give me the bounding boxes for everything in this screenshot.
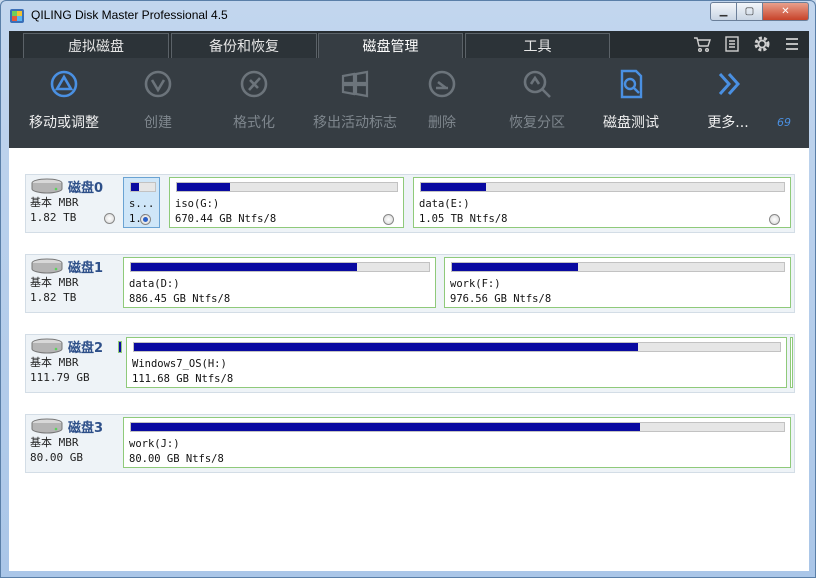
hard-disk-icon [31, 338, 63, 354]
title-bar[interactable]: QILING Disk Master Professional 4.5 ▁ ▢ … [1, 1, 815, 31]
disk-type: 基本 MBR [30, 196, 79, 209]
partition-1-0[interactable]: data(D:) 886.45 GB Ntfs/8 [123, 257, 436, 308]
disk-row-2[interactable]: 磁盘2 基本 MBR 111.79 GB Windows7_OS(H:) 111… [25, 334, 795, 393]
partition-radio[interactable] [769, 214, 780, 225]
toolbar-delete[interactable]: 删除 [395, 68, 489, 132]
partition-info: 670.44 GB Ntfs/8 [175, 213, 277, 225]
disk-row-0[interactable]: 磁盘0 基本 MBR 1.82 TB s... 1.0 iso(G:) 670.… [25, 174, 795, 233]
toolbar-label: 创建 [144, 115, 172, 131]
toolbar-label: 删除 [428, 115, 456, 131]
partition-info: 976.56 GB Ntfs/8 [450, 293, 552, 305]
partition-0-1[interactable]: iso(G:) 670.44 GB Ntfs/8 [169, 177, 404, 228]
partition-radio[interactable] [140, 214, 151, 225]
disk-type: 基本 MBR [30, 356, 79, 369]
toolbar-corner-mark: 69 [777, 116, 791, 129]
gear-icon[interactable] [753, 35, 771, 53]
disk-row-1[interactable]: 磁盘1 基本 MBR 1.82 TB data(D:) 886.45 GB Nt… [25, 254, 795, 313]
partition-name: iso(G:) [175, 198, 220, 210]
partition-info: 886.45 GB Ntfs/8 [129, 293, 231, 305]
disk-type: 基本 MBR [30, 436, 79, 449]
maximize-icon: ▢ [744, 6, 755, 17]
disk-name: 磁盘0 [68, 180, 104, 196]
partition-info: 80.00 GB Ntfs/8 [129, 453, 224, 465]
disk-map: 磁盘0 基本 MBR 1.82 TB s... 1.0 iso(G:) 670.… [9, 148, 809, 571]
partition-1-1[interactable]: work(F:) 976.56 GB Ntfs/8 [444, 257, 791, 308]
maximize-button[interactable]: ▢ [737, 2, 763, 21]
main-tabs: 虚拟磁盘 备份和恢复 磁盘管理 工具 [9, 31, 809, 58]
operation-toolbar: 移动或调整 创建 格式化 移出活动标志 删除 恢复分区 磁盘测试 更多... 6… [9, 58, 809, 148]
menu-icon[interactable] [783, 35, 801, 53]
usage-bar [131, 263, 358, 271]
toolbar-label: 磁盘测试 [603, 115, 659, 131]
notes-icon[interactable] [723, 35, 741, 53]
tab-disk-management[interactable]: 磁盘管理 [318, 33, 463, 58]
partition-name: work(J:) [129, 438, 180, 450]
unallocated-space[interactable] [790, 337, 793, 388]
minimize-button[interactable]: ▁ [710, 2, 737, 21]
app-logo-icon [10, 9, 24, 23]
disk-size: 111.79 GB [30, 371, 90, 384]
app-header: 虚拟磁盘 备份和恢复 磁盘管理 工具 移动或调整 创建 格式化 移出活动标志 删… [9, 31, 809, 148]
create-icon [144, 70, 172, 98]
tab-virtual-disk[interactable]: 虚拟磁盘 [23, 33, 169, 58]
hard-disk-icon [31, 178, 63, 194]
toolbar-label: 格式化 [233, 115, 275, 131]
partition-radio[interactable] [383, 214, 394, 225]
partition-3-0[interactable]: work(J:) 80.00 GB Ntfs/8 [123, 417, 791, 468]
toolbar-create[interactable]: 创建 [111, 68, 205, 132]
recover-icon [523, 70, 551, 98]
app-window: QILING Disk Master Professional 4.5 ▁ ▢ … [0, 0, 816, 578]
hard-disk-icon [31, 418, 63, 434]
toolbar-label: 移动或调整 [29, 115, 99, 131]
usage-bar [177, 183, 230, 191]
cart-icon[interactable] [693, 35, 711, 53]
partition-0-0[interactable]: s... 1.0 [123, 177, 160, 228]
resize-icon [50, 70, 78, 98]
disk-size: 1.82 TB [30, 291, 77, 304]
tab-backup-restore[interactable]: 备份和恢复 [171, 33, 317, 58]
toolbar-label: 恢复分区 [509, 115, 565, 131]
partition-2-0[interactable]: Windows7_OS(H:) 111.68 GB Ntfs/8 [126, 337, 787, 388]
toolbar-resize-move[interactable]: 移动或调整 [17, 68, 111, 132]
toolbar-more[interactable]: 更多... [681, 68, 775, 132]
partition-name: work(F:) [450, 278, 501, 290]
partition-info: 111.68 GB Ntfs/8 [132, 373, 234, 385]
close-icon: ✕ [781, 6, 790, 17]
partition-name: Windows7_OS(H:) [132, 358, 227, 370]
usage-bar [421, 183, 487, 191]
disk-size: 80.00 GB [30, 451, 83, 464]
usage-bar [131, 423, 641, 431]
delete-icon [428, 70, 456, 98]
disk-type: 基本 MBR [30, 276, 79, 289]
tab-tools[interactable]: 工具 [465, 33, 610, 58]
disk-name: 磁盘3 [68, 420, 104, 436]
partition-name: data(D:) [129, 278, 180, 290]
toolbar-recover-partition[interactable]: 恢复分区 [490, 68, 584, 132]
format-icon [240, 70, 268, 98]
toolbar-label: 更多... [707, 115, 749, 131]
disk-name: 磁盘1 [68, 260, 104, 276]
usage-bar [131, 183, 140, 191]
double-chevron-right-icon [718, 72, 741, 96]
partition-name: s... [129, 198, 155, 210]
disk-radio[interactable] [104, 213, 115, 224]
disk-test-icon [620, 69, 643, 99]
partition-0-2[interactable]: data(E:) 1.05 TB Ntfs/8 [413, 177, 791, 228]
small-reserved-partition[interactable] [118, 341, 122, 353]
close-button[interactable]: ✕ [763, 2, 809, 21]
minimize-icon: ▁ [719, 6, 728, 17]
usage-bar [452, 263, 579, 271]
disk-row-3[interactable]: 磁盘3 基本 MBR 80.00 GB work(J:) 80.00 GB Nt… [25, 414, 795, 473]
partition-info: 1.05 TB Ntfs/8 [419, 213, 508, 225]
usage-bar [134, 343, 638, 351]
windows-icon [341, 70, 369, 98]
partition-name: data(E:) [419, 198, 470, 210]
window-title: QILING Disk Master Professional 4.5 [31, 8, 228, 22]
disk-name: 磁盘2 [68, 340, 104, 356]
toolbar-disk-test[interactable]: 磁盘测试 [584, 68, 678, 132]
hard-disk-icon [31, 258, 63, 274]
toolbar-format[interactable]: 格式化 [207, 68, 301, 132]
